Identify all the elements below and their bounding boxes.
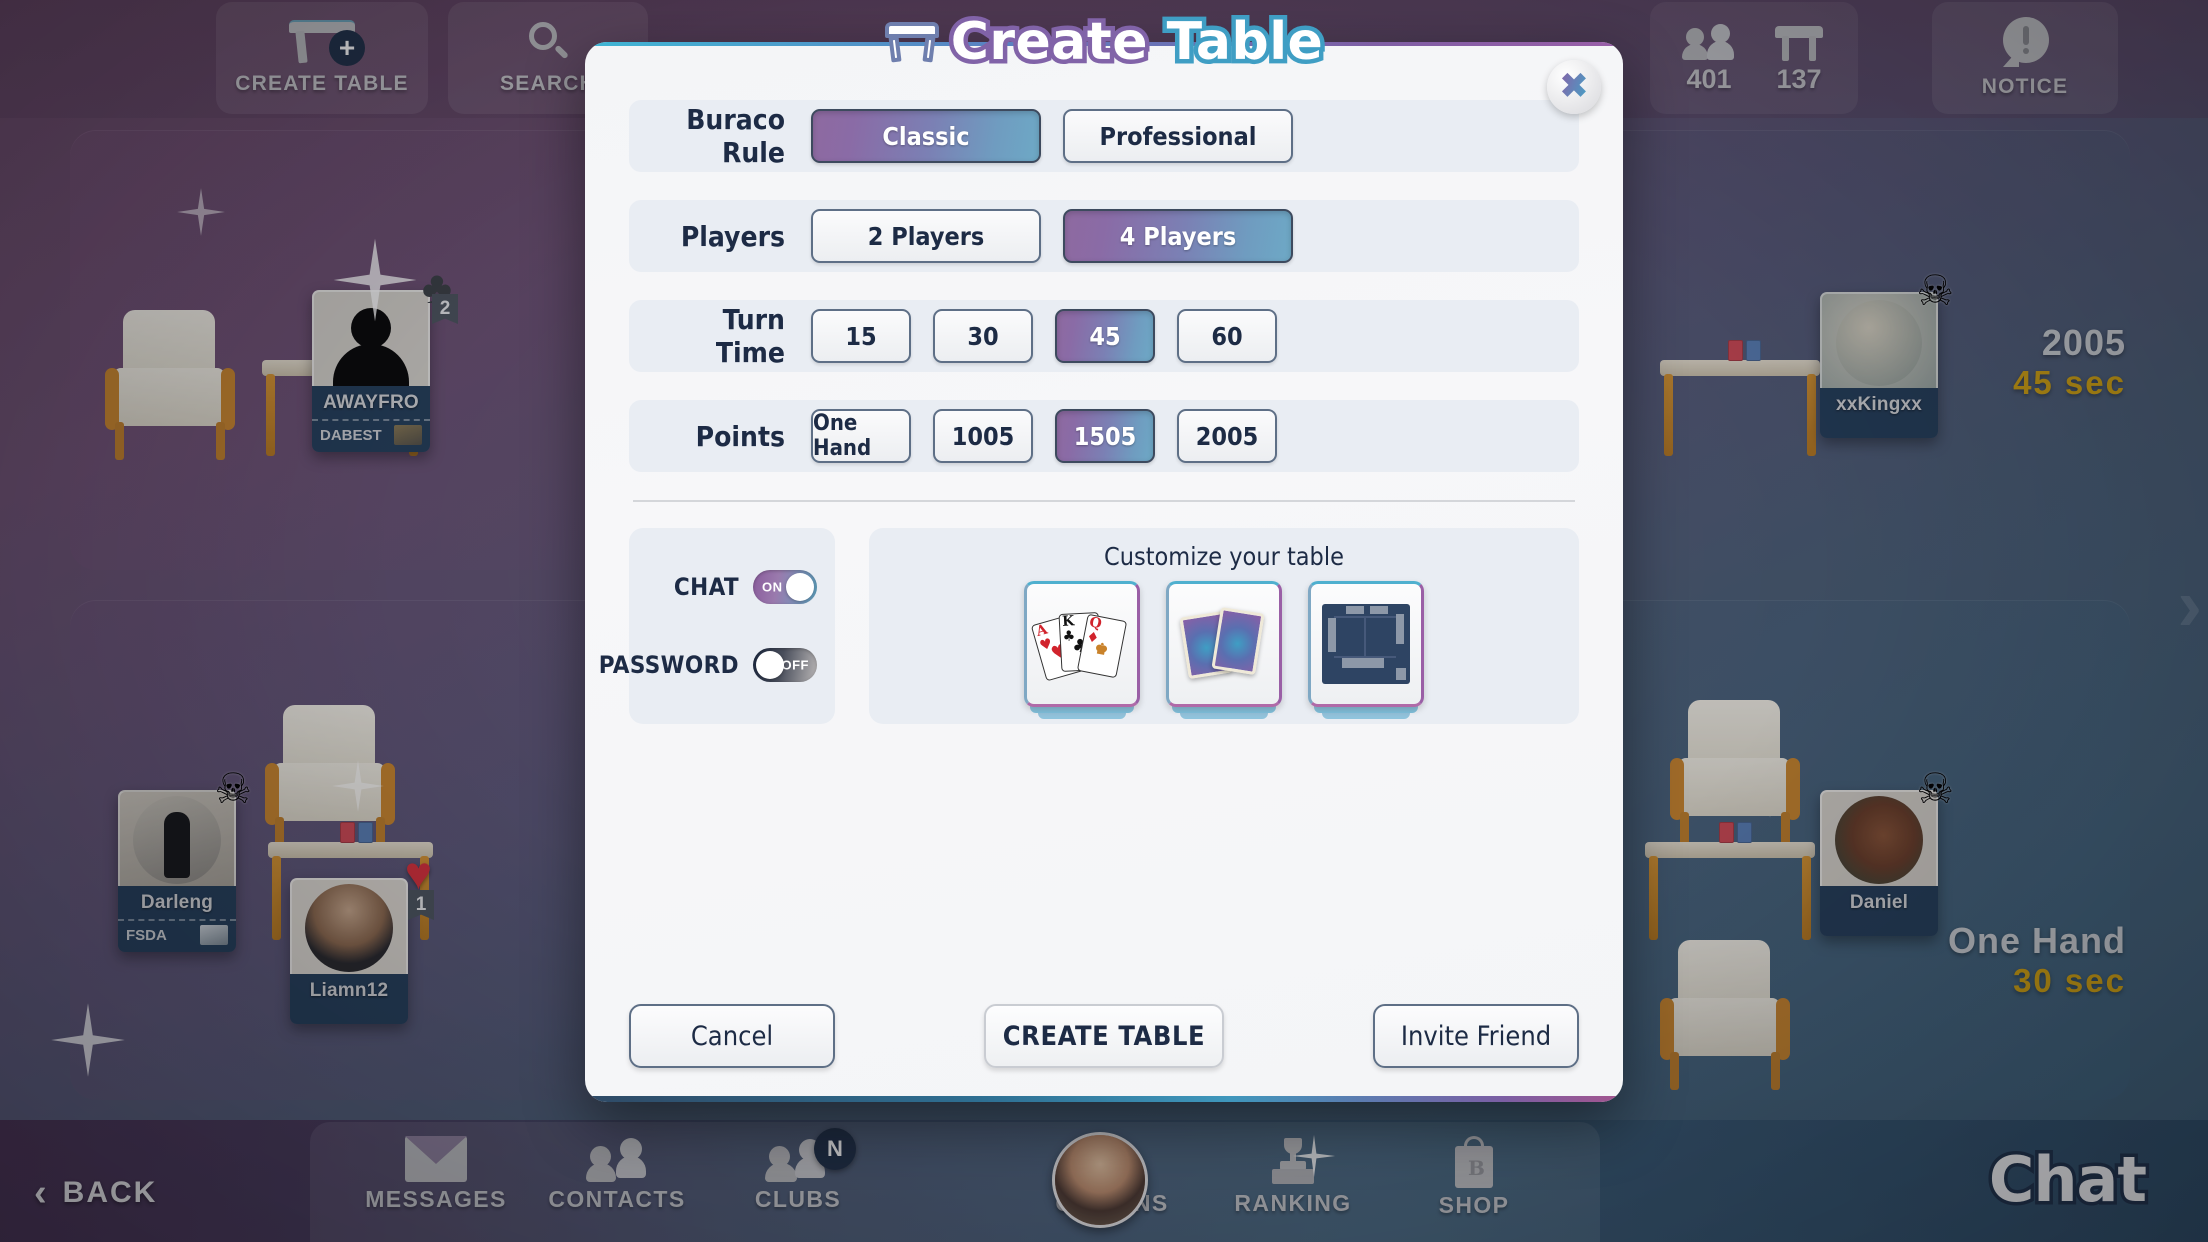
password-toggle-label: PASSWORD [598, 651, 739, 679]
password-toggle[interactable]: OFF [753, 648, 817, 682]
points-one-hand-button[interactable]: One Hand [811, 409, 911, 463]
option-row-players: Players 2 Players 4 Players [629, 200, 1579, 272]
buraco-rule-classic-button[interactable]: Classic [811, 109, 1041, 163]
option-row-points: Points One Hand 1005 1505 2005 [629, 400, 1579, 472]
password-toggle-knob [756, 651, 784, 679]
toggles-panel: CHAT ON PASSWORD OFF [599, 528, 835, 724]
option-label-buraco-rule: Buraco Rule [686, 103, 785, 169]
customize-card-backs[interactable] [1166, 581, 1282, 719]
customize-panel: Customize your table A ♥ ♥ K ♣ ♣ Q ♦ ♚ [869, 528, 1579, 724]
dialog-body: Buraco Rule Classic Professional Players… [585, 42, 1623, 1102]
password-toggle-state: OFF [781, 657, 809, 673]
chat-toggle-row: CHAT ON [647, 570, 817, 604]
points-2005-button[interactable]: 2005 [1177, 409, 1277, 463]
points-1005-button[interactable]: 1005 [933, 409, 1033, 463]
turn-time-30-button[interactable]: 30 [933, 309, 1033, 363]
password-toggle-row: PASSWORD OFF [599, 648, 817, 682]
create-table-button[interactable]: CREATE TABLE [984, 1004, 1224, 1068]
option-row-buraco-rule: Buraco Rule Classic Professional [629, 100, 1579, 172]
customize-title: Customize your table [1104, 542, 1344, 571]
turn-time-15-button[interactable]: 15 [811, 309, 911, 363]
table-board-preview [1308, 581, 1424, 707]
turn-time-45-button[interactable]: 45 [1055, 309, 1155, 363]
customize-options: A ♥ ♥ K ♣ ♣ Q ♦ ♚ [889, 581, 1559, 719]
card-faces-preview: A ♥ ♥ K ♣ ♣ Q ♦ ♚ [1024, 581, 1140, 707]
option-label-points: Points [695, 419, 785, 453]
cancel-button[interactable]: Cancel [629, 1004, 835, 1068]
option-buttons-points: One Hand 1005 1505 2005 [811, 409, 1557, 463]
card-back [1211, 606, 1265, 676]
option-label-players: Players [680, 219, 785, 253]
invite-friend-button[interactable]: Invite Friend [1373, 1004, 1579, 1068]
create-table-dialog: ✖ Buraco Rule Classic Professional Playe… [585, 42, 1623, 1102]
close-icon[interactable]: ✖ [1547, 60, 1601, 114]
customize-table-board[interactable] [1308, 581, 1424, 719]
option-buttons-players: 2 Players 4 Players [811, 209, 1557, 263]
section-divider [633, 500, 1575, 502]
lower-section: CHAT ON PASSWORD OFF Customize your tabl… [599, 528, 1579, 724]
dialog-footer: Cancel CREATE TABLE Invite Friend [629, 1004, 1579, 1068]
players-2-button[interactable]: 2 Players [811, 209, 1041, 263]
players-4-button[interactable]: 4 Players [1063, 209, 1293, 263]
board-art [1322, 604, 1410, 684]
customize-card-faces[interactable]: A ♥ ♥ K ♣ ♣ Q ♦ ♚ [1024, 581, 1140, 719]
chat-toggle-knob [786, 573, 814, 601]
turn-time-60-button[interactable]: 60 [1177, 309, 1277, 363]
chat-toggle-state: ON [762, 579, 783, 595]
option-buttons-buraco-rule: Classic Professional [811, 109, 1557, 163]
chat-toggle-label: CHAT [673, 573, 739, 601]
card-backs-preview [1166, 581, 1282, 707]
points-1505-button[interactable]: 1505 [1055, 409, 1155, 463]
option-buttons-turn-time: 15 30 45 60 [811, 309, 1557, 363]
chat-toggle[interactable]: ON [753, 570, 817, 604]
option-label-turn-time: Turn Time [715, 303, 785, 369]
buraco-rule-professional-button[interactable]: Professional [1063, 109, 1293, 163]
option-row-turn-time: Turn Time 15 30 45 60 [629, 300, 1579, 372]
